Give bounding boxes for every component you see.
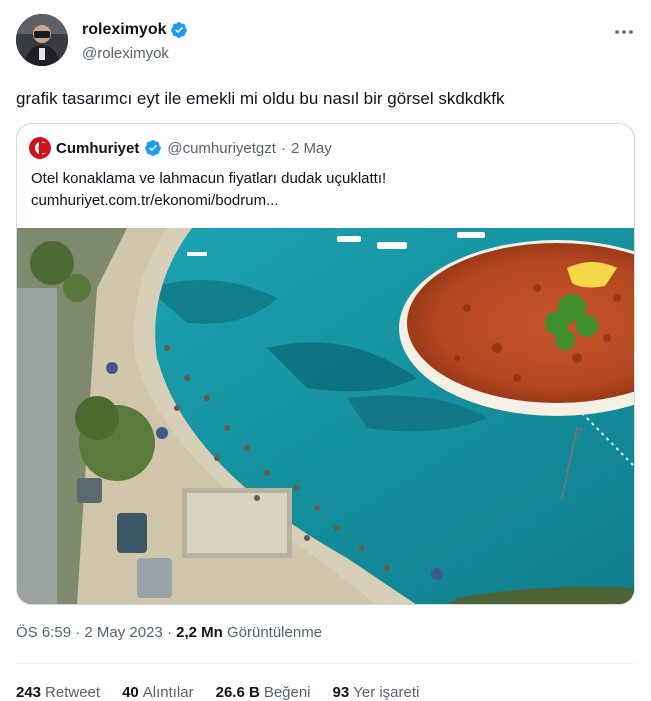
- more-options-icon[interactable]: [613, 22, 635, 42]
- quoted-tweet-header: Cumhuriyet @cumhuriyetgzt · 2 May: [29, 137, 332, 159]
- likes-stat[interactable]: 26.6 B Beğeni: [216, 684, 311, 701]
- verified-badge-icon: [171, 22, 188, 38]
- quoted-image[interactable]: [17, 228, 635, 605]
- tweet-time[interactable]: ÖS 6:59: [16, 624, 71, 641]
- quoted-tweet[interactable]: Cumhuriyet @cumhuriyetgzt · 2 May Otel k…: [16, 123, 635, 605]
- quoted-verified-badge-icon: [145, 140, 162, 156]
- views-count: 2,2 Mn: [176, 624, 223, 641]
- views-label: Görüntülenme: [226, 624, 323, 641]
- meta-separator-2: ·: [166, 624, 172, 641]
- author-handle[interactable]: @roleximyok: [82, 45, 169, 62]
- quoted-separator: ·: [280, 139, 286, 157]
- tweet-header: roleximyok @roleximyok: [16, 14, 635, 70]
- author-display-name[interactable]: roleximyok: [82, 21, 166, 39]
- quoted-date[interactable]: 2 May: [291, 140, 332, 157]
- retweets-stat[interactable]: 243 Retweet: [16, 684, 100, 701]
- user-avatar-icon[interactable]: [16, 14, 68, 66]
- quoted-author-name[interactable]: Cumhuriyet: [56, 140, 139, 157]
- meta-separator: ·: [75, 624, 81, 641]
- tweet-text: grafik tasarımcı eyt ile emekli mi oldu …: [16, 89, 505, 108]
- divider: [16, 663, 635, 664]
- quoted-author-handle[interactable]: @cumhuriyetgzt: [167, 140, 276, 157]
- cumhuriyet-logo-icon: [29, 137, 51, 159]
- quoted-headline: Otel konaklama ve lahmacun fiyatları dud…: [31, 170, 387, 187]
- tweet-stats: 243 Retweet 40 Alıntılar 26.6 B Beğeni 93 Ye…: [16, 684, 419, 701]
- quotes-stat[interactable]: 40 Alıntılar: [122, 684, 194, 701]
- bookmarks-stat[interactable]: 93 Yer işareti: [333, 684, 420, 701]
- quoted-link[interactable]: cumhuriyet.com.tr/ekonomi/bodrum...: [31, 190, 386, 212]
- quoted-tweet-text: Otel konaklama ve lahmacun fiyatları dud…: [31, 168, 386, 212]
- author-name-row[interactable]: roleximyok: [82, 21, 188, 39]
- tweet-meta: ÖS 6:59 · 2 May 2023 · 2,2 Mn Görüntülen…: [16, 624, 322, 641]
- tweet-date[interactable]: 2 May 2023: [84, 624, 162, 641]
